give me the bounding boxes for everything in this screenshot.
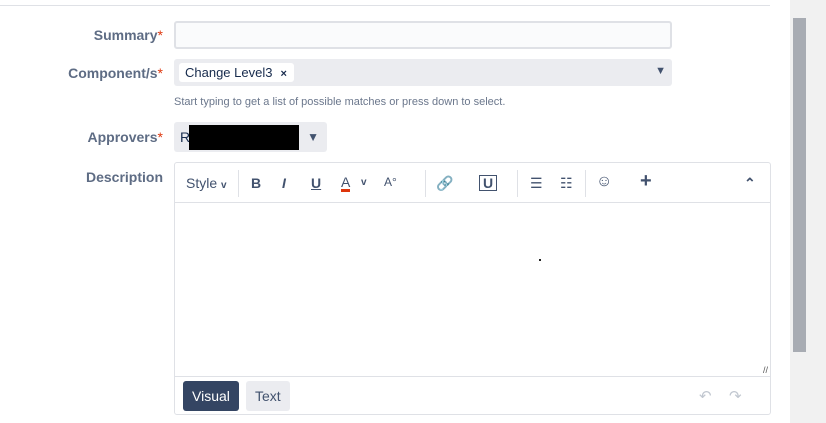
italic-button[interactable]: I <box>282 175 286 191</box>
emoji-icon[interactable]: ☺ <box>596 173 612 191</box>
chevron-down-icon[interactable]: ▼ <box>307 130 319 144</box>
component-chip: Change Level3 × <box>179 63 294 82</box>
numbered-list-icon[interactable]: ☷ <box>560 175 573 192</box>
components-label: Component/s* <box>68 65 163 81</box>
editor-toolbar: Style v B I U A v A° 🔗 U ☰ ☷ ☺ + ⌃ <box>175 163 770 203</box>
description-editor: Style v B I U A v A° 🔗 U ☰ ☷ ☺ + ⌃ // Vi… <box>174 162 771 415</box>
chevron-down-icon[interactable]: v <box>361 177 367 188</box>
undo-icon[interactable]: ↶ <box>699 387 712 405</box>
visual-mode-button[interactable]: Visual <box>183 381 239 411</box>
resize-handle[interactable]: // <box>763 365 768 375</box>
scrollbar-thumb[interactable] <box>793 18 806 352</box>
divider <box>0 5 770 6</box>
bullet-list-icon[interactable]: ☰ <box>530 175 543 192</box>
underline-button[interactable]: U <box>311 175 321 191</box>
summary-input[interactable] <box>174 21 672 49</box>
text-mode-button[interactable]: Text <box>246 381 290 411</box>
separator <box>425 170 426 197</box>
components-select[interactable]: Change Level3 × ▼ <box>174 59 672 86</box>
attachment-icon[interactable]: U <box>479 175 498 191</box>
components-help-text: Start typing to get a list of possible m… <box>174 96 506 108</box>
link-icon[interactable]: 🔗 <box>436 175 453 192</box>
bold-button[interactable]: B <box>251 175 261 191</box>
summary-label: Summary* <box>93 27 163 43</box>
insert-plus-icon[interactable]: + <box>640 170 652 193</box>
text-cursor <box>539 259 541 261</box>
approvers-label: Approvers* <box>87 129 163 145</box>
redaction <box>189 125 299 150</box>
description-label: Description <box>85 169 163 185</box>
separator <box>238 170 239 197</box>
description-textarea[interactable]: // <box>175 203 770 376</box>
remove-chip-icon[interactable]: × <box>280 68 286 80</box>
collapse-toolbar-icon[interactable]: ⌃ <box>744 175 756 192</box>
redo-icon[interactable]: ↷ <box>729 387 742 405</box>
editor-footer: Visual Text ↶ ↷ <box>175 376 770 414</box>
separator <box>517 170 518 197</box>
approvers-select[interactable]: R ▼ <box>174 122 327 152</box>
text-color-button[interactable]: A <box>341 175 351 192</box>
more-formatting-button[interactable]: A° <box>384 175 397 189</box>
chevron-down-icon[interactable]: ▼ <box>655 65 666 77</box>
separator <box>585 170 586 197</box>
style-dropdown[interactable]: Style v <box>186 175 227 191</box>
